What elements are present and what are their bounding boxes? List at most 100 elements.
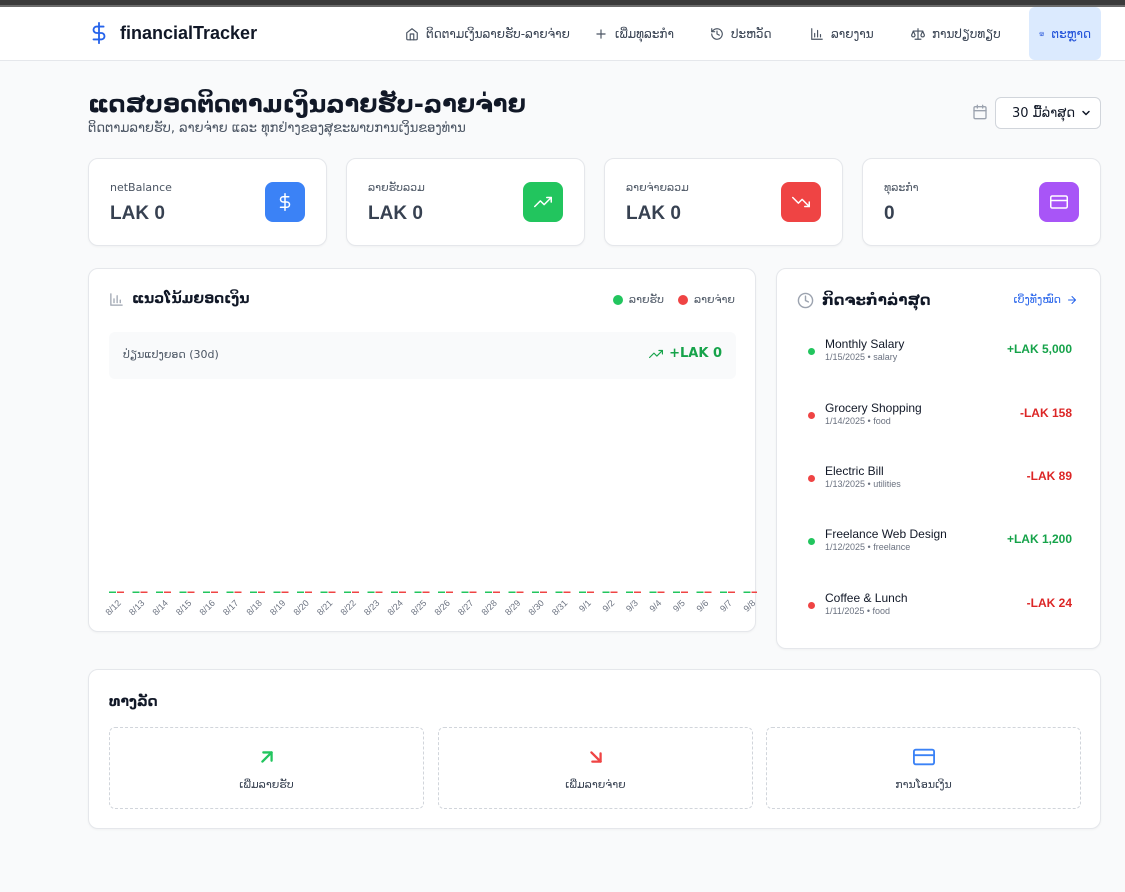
trend-chart: 8/12 8/13 8/14 8/15 8/16 8/17 8/18 8/19 8/20 8/21… — [103, 591, 757, 617]
activity-item[interactable]: Freelance Web Design 1/12/2025 • freelan… — [797, 527, 1082, 563]
nav-item-label: ປະຫວັດ — [731, 26, 772, 41]
nav-item-history[interactable]: ປະຫວັດ — [710, 7, 772, 60]
activity-amount: -LAK 158 — [1019, 406, 1072, 420]
expense-bar — [728, 591, 735, 593]
income-bar — [179, 591, 187, 593]
income-bar — [696, 591, 704, 593]
expense-bar — [164, 591, 171, 593]
nav-item-label: ລາຍງານ — [831, 26, 874, 41]
nav-item-dashboard[interactable]: ຕິດຕາມເງິນລາຍຮັບ-ລາຍຈ່າຍ — [405, 7, 570, 60]
arrow-up-right-icon — [260, 751, 273, 763]
history-icon — [711, 27, 723, 40]
nav-item-market[interactable]: ຕະຫຼາດ — [1029, 7, 1101, 60]
arrow-down-right-icon — [589, 751, 602, 763]
expense-dot — [808, 602, 815, 609]
income-bar — [579, 591, 586, 593]
x-tick-label: 9/1 — [577, 598, 593, 614]
stat-icon-box — [523, 182, 563, 222]
expense-bar — [634, 591, 641, 593]
income-bar — [132, 591, 140, 593]
scale-icon — [911, 27, 925, 40]
brand[interactable]: financialTracker — [88, 19, 257, 47]
credit-card-icon — [912, 748, 935, 766]
x-tick-label: 9/7 — [718, 598, 734, 614]
income-bar — [226, 591, 234, 593]
x-tick-label: 9/8 — [742, 598, 757, 614]
activity-name: Grocery Shopping — [825, 401, 922, 415]
activity-title: ກິດຈະກຳລ່າສຸດ — [797, 291, 931, 309]
income-bar — [203, 591, 210, 593]
expense-dot — [808, 412, 815, 419]
activity-amount: -LAK 89 — [1026, 469, 1072, 483]
income-bar — [109, 591, 116, 593]
x-tick-label: 8/23 — [362, 598, 381, 617]
dollar-icon — [92, 22, 106, 44]
trending-up-icon — [534, 196, 552, 208]
x-tick-label: 9/3 — [624, 598, 640, 614]
x-tick-label: 8/26 — [432, 598, 451, 617]
expense-bar — [493, 591, 500, 593]
income-bar — [273, 591, 281, 593]
income-bar — [602, 591, 610, 593]
x-tick-label: 8/20 — [291, 598, 310, 617]
stat-card-total-income: ລາຍຮັບລວມ LAK 0 — [346, 158, 585, 246]
activity-item[interactable]: Monthly Salary 1/15/2025 • salary +LAK 5… — [797, 337, 1082, 373]
expense-bar — [399, 591, 406, 593]
expense-bar — [681, 591, 688, 593]
shortcut-label: ເພີ່ມລາຍຮັບ — [239, 778, 294, 791]
expense-bar — [117, 591, 124, 593]
x-tick-label: 8/15 — [174, 598, 193, 617]
expense-bar — [516, 591, 524, 593]
top-navbar: financialTracker ຕິດຕາມເງິນລາຍຮັບ-ລາຍຈ່າ… — [0, 7, 1125, 61]
nav-item-add-transaction[interactable]: ເພີ່ມທຸລະກຳ — [594, 7, 674, 60]
activity-item[interactable]: Grocery Shopping 1/14/2025 • food -LAK 1… — [797, 401, 1082, 437]
income-bar — [414, 591, 422, 593]
expense-bar — [375, 591, 383, 593]
bar-chart-icon — [110, 292, 123, 306]
expense-bar — [140, 591, 148, 593]
x-tick-label: 8/27 — [456, 598, 475, 617]
activity-name: Freelance Web Design — [825, 527, 947, 541]
expense-bar — [469, 591, 477, 593]
activity-title-text: ກິດຈະກຳລ່າສຸດ — [822, 291, 931, 309]
activity-meta: 1/12/2025 • freelance — [825, 542, 911, 552]
chart-title: ແນວໂນ້ມຍອດເງິນ — [109, 291, 250, 307]
date-range-select[interactable]: 30 ມື້ລ່າສຸດ — [995, 97, 1101, 129]
browser-top-strip — [0, 0, 1125, 7]
x-tick-label: 9/6 — [695, 598, 711, 614]
view-all-link[interactable]: ເບິ່ງທັງໝົດ — [1014, 293, 1079, 306]
legend-label: ລາຍຈ່າຍ — [693, 293, 735, 306]
stat-icon-box — [1039, 182, 1079, 222]
stat-value: LAK 0 — [626, 203, 681, 224]
expense-bar — [563, 591, 571, 593]
income-bar — [250, 591, 257, 593]
x-tick-label: 8/29 — [503, 598, 522, 617]
expense-dot — [808, 475, 815, 482]
activity-meta: 1/11/2025 • food — [825, 606, 891, 616]
income-bar — [532, 591, 539, 593]
add-income-shortcut[interactable]: ເພີ່ມລາຍຮັບ — [109, 727, 424, 809]
transfer-shortcut[interactable]: ການໂອນເງິນ — [766, 727, 1081, 809]
income-bar — [367, 591, 375, 593]
activity-item[interactable]: Electric Bill 1/13/2025 • utilities -LAK… — [797, 464, 1082, 500]
net-change-label: ປ່ຽນແປງຍອດ (30d) — [123, 348, 219, 361]
legend-label: ລາຍຮັບ — [628, 293, 664, 306]
legend-dot — [677, 294, 688, 305]
page-subtitle: ຕິດຕາມລາຍຮັບ, ລາຍຈ່າຍ ແລະ ທຸກຢ່າງຂອງສຸຂະ… — [88, 121, 466, 136]
nav-item-compare[interactable]: ການປຽບທຽບ — [911, 7, 1001, 60]
expense-bar — [751, 591, 757, 593]
x-tick-label: 8/17 — [221, 598, 240, 617]
add-expense-shortcut[interactable]: ເພີ່ມລາຍຈ່າຍ — [438, 727, 753, 809]
recent-activity-card: ກິດຈະກຳລ່າສຸດ ເບິ່ງທັງໝົດ Monthly Salary… — [776, 268, 1101, 649]
x-tick-label: 8/25 — [409, 598, 428, 617]
activity-item[interactable]: Coffee & Lunch 1/11/2025 • food -LAK 24 — [797, 591, 1082, 627]
stat-label: netBalance — [110, 181, 172, 194]
chart-legend: ລາຍຮັບ ລາຍຈ່າຍ — [612, 293, 735, 306]
view-all-label: ເບິ່ງທັງໝົດ — [1013, 293, 1062, 306]
legend-item-income: ລາຍຮັບ — [612, 293, 664, 306]
expense-bar — [187, 591, 195, 593]
shortcuts-card: ທາງລັດ ເພີ່ມລາຍຮັບ ເພີ່ມລາຍຈ່າຍ ການໂອນເງ… — [88, 669, 1101, 829]
activity-name: Monthly Salary — [825, 337, 905, 351]
nav-item-reports[interactable]: ລາຍງານ — [810, 7, 874, 60]
net-change-value: +LAK 0 — [649, 346, 722, 361]
